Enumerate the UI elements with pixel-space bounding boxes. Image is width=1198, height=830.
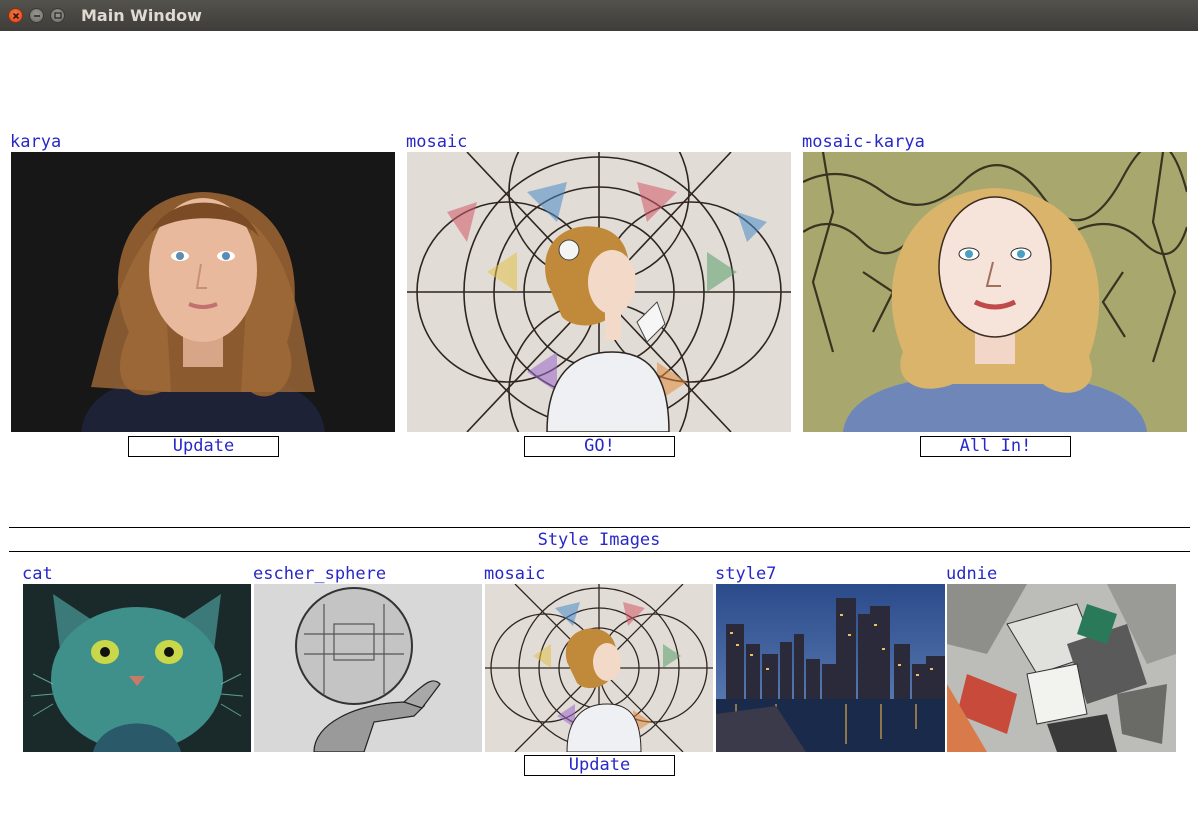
result-image-label: mosaic-karya	[802, 132, 925, 152]
style-thumb-mosaic[interactable]	[485, 584, 713, 752]
style-thumb-label-escher: escher_sphere	[253, 564, 387, 584]
update-content-button[interactable]: Update	[128, 436, 279, 457]
style-thumb-label-cat: cat	[22, 564, 53, 584]
result-image	[803, 152, 1187, 432]
window-title: Main Window	[81, 6, 202, 25]
style-thumb-label-mosaic: mosaic	[484, 564, 546, 584]
section-divider-bottom	[9, 551, 1190, 552]
style-image-label: mosaic	[406, 132, 468, 152]
style-thumb-udnie[interactable]	[947, 584, 1176, 752]
close-icon	[12, 12, 20, 20]
style-thumb-escher-sphere[interactable]	[254, 584, 482, 752]
maximize-icon	[54, 12, 62, 19]
style-images-title: Style Images	[537, 530, 661, 550]
content-image	[11, 152, 395, 432]
window-maximize-button[interactable]	[50, 8, 65, 23]
style-thumb-label-style7: style7	[715, 564, 777, 584]
window-close-button[interactable]	[8, 8, 23, 23]
update-style-images-button[interactable]: Update	[524, 755, 675, 776]
all-in-button[interactable]: All In!	[920, 436, 1071, 457]
go-button[interactable]: GO!	[524, 436, 675, 457]
window-minimize-button[interactable]	[29, 8, 44, 23]
content-image-label: karya	[10, 132, 62, 152]
style-thumb-cat[interactable]	[23, 584, 251, 752]
style-thumb-style7[interactable]	[716, 584, 945, 752]
minimize-icon	[34, 15, 40, 17]
section-divider-top	[9, 527, 1190, 528]
style-thumb-label-udnie: udnie	[946, 564, 998, 584]
window-titlebar: Main Window	[0, 0, 1198, 31]
style-image	[407, 152, 791, 432]
